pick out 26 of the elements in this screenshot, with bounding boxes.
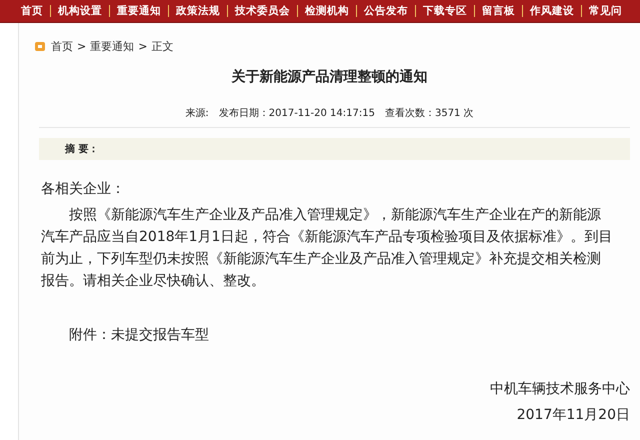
salutation: 各相关企业： xyxy=(40,180,126,199)
attachment-text: 附件：未提交报告车型 xyxy=(68,326,210,345)
article-meta: 发布日期：2017-11-20 14:17:15 xyxy=(218,107,375,121)
nav-link[interactable]: 政策法规 xyxy=(169,4,227,18)
breadcrumb-separator: > xyxy=(77,40,86,52)
article-meta: 来源: xyxy=(185,107,209,121)
breadcrumb-link[interactable]: 正文 xyxy=(151,38,174,54)
date-text: 2017年11月20日 xyxy=(516,406,630,425)
nav-link[interactable]: 技术委员会 xyxy=(228,4,297,18)
signature: 中机车辆技术服务中心 xyxy=(489,380,630,399)
body-paragraph: 按照《新能源汽车生产企业及产品准入管理规定》，新能源汽车生产企业在产的新能源汽车产品应当自2018年1月1日起，符合《新能源汽车产品专项检验项目及依据标准》。到目前为止，下列车型仍未按照《新能源汽车生产企业及产品准入管理规定》补充提交相关检测报告。请相关企业尽快确认、整改。 xyxy=(40,206,613,291)
breadcrumb-separator: > xyxy=(138,40,148,52)
nav-link[interactable]: 检测机构 xyxy=(298,4,356,18)
nav-link[interactable]: 下载专区 xyxy=(416,4,474,18)
article-meta: 查看次数：3571 次 xyxy=(384,107,474,121)
article-title: 关于新能源产品清理整顿的通知 xyxy=(230,68,428,87)
breadcrumb-link[interactable]: 首页 xyxy=(51,38,73,54)
nav-link[interactable]: 重要通知 xyxy=(110,4,168,18)
nav-link[interactable]: 机构设置 xyxy=(51,4,109,18)
nav-link[interactable]: 作风建设 xyxy=(523,4,581,18)
summary-label: 摘 要： xyxy=(65,142,98,156)
nav-link[interactable]: 公告发布 xyxy=(357,4,415,18)
nav-link[interactable]: 首页 xyxy=(14,4,50,18)
nav-link[interactable]: 留言板 xyxy=(475,4,522,18)
nav-link[interactable]: 常见问 xyxy=(582,4,629,18)
breadcrumb-link[interactable]: 重要通知 xyxy=(90,38,134,54)
